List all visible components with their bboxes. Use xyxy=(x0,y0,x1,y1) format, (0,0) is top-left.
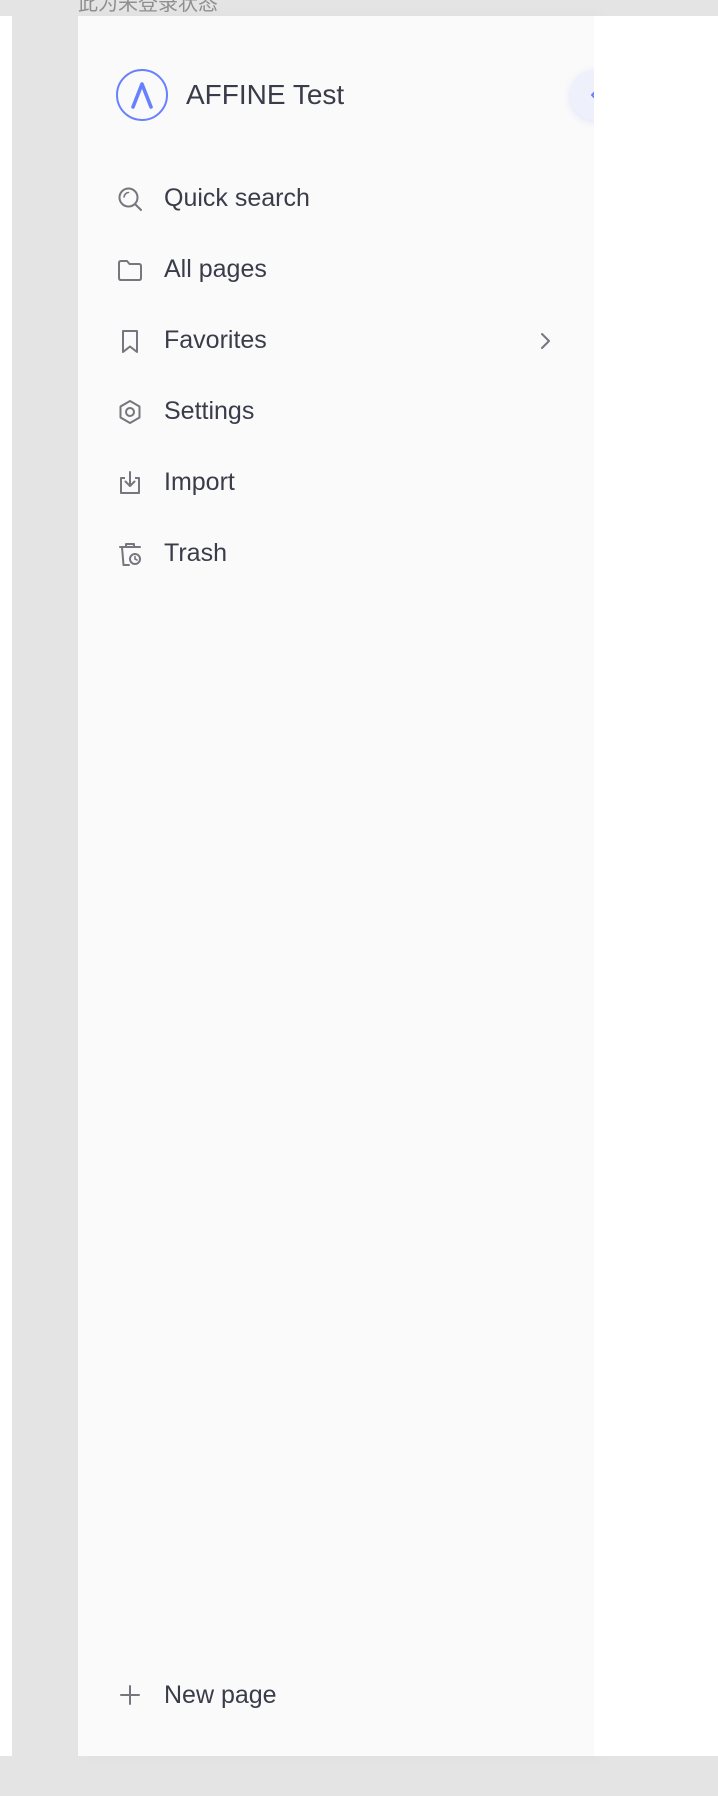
sidebar-item-settings[interactable]: Settings xyxy=(116,376,556,447)
sidebar-item-label: Trash xyxy=(164,539,227,567)
sidebar: AFFINE Test Quick search All pages Favor… xyxy=(78,16,620,1756)
chevron-right-icon[interactable] xyxy=(534,330,556,352)
sidebar-item-label: Settings xyxy=(164,397,255,425)
affine-logo-icon xyxy=(116,69,168,121)
sidebar-nav: Quick search All pages Favorites Setting… xyxy=(116,163,556,589)
trash-icon xyxy=(116,540,144,568)
folder-icon xyxy=(116,256,144,284)
content-pane xyxy=(594,16,718,1756)
workspace-name: AFFINE Test xyxy=(186,79,345,110)
sidebar-item-label: Favorites xyxy=(164,326,267,354)
plus-icon xyxy=(116,1681,144,1709)
gear-icon xyxy=(116,398,144,426)
sidebar-item-import[interactable]: Import xyxy=(116,447,556,518)
new-page-label: New page xyxy=(164,1680,277,1709)
new-page-button[interactable]: New page xyxy=(116,1673,277,1717)
sidebar-item-favorites[interactable]: Favorites xyxy=(116,305,556,376)
workspace-header[interactable]: AFFINE Test xyxy=(116,69,344,121)
sidebar-item-label: All pages xyxy=(164,255,267,283)
sidebar-item-trash[interactable]: Trash xyxy=(116,518,556,589)
app-canvas: 此为未登录状态 AFFINE Test Quick search All pag… xyxy=(0,0,718,1796)
left-strip xyxy=(0,16,12,1756)
sidebar-item-label: Quick search xyxy=(164,184,310,212)
sidebar-item-label: Import xyxy=(164,468,235,496)
import-icon xyxy=(116,469,144,497)
top-caption: 此为未登录状态 xyxy=(78,0,218,15)
sidebar-item-all-pages[interactable]: All pages xyxy=(116,234,556,305)
search-icon xyxy=(116,185,144,213)
sidebar-item-quick-search[interactable]: Quick search xyxy=(116,163,556,234)
bookmark-icon xyxy=(116,327,144,355)
